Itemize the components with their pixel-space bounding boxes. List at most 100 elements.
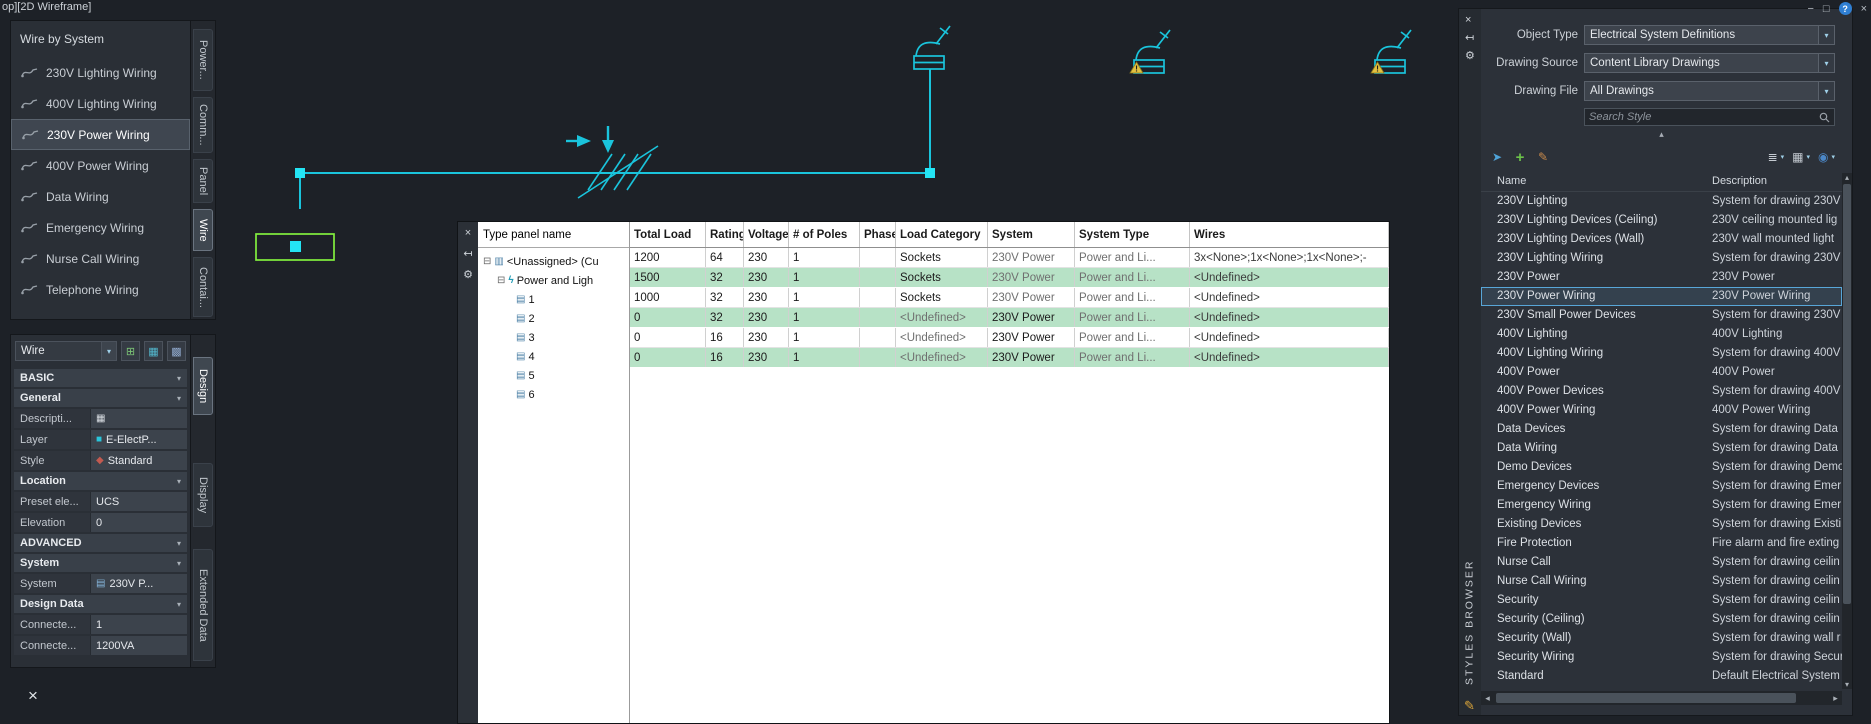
style-row[interactable]: Fire Protection Fire alarm and fire exti… bbox=[1481, 534, 1842, 553]
pencil-icon[interactable]: ✎ bbox=[1464, 698, 1475, 714]
select-objects-icon[interactable]: ▩ bbox=[167, 341, 186, 361]
palette-tab[interactable]: Contai... bbox=[193, 257, 213, 317]
property-row-connected-circuits[interactable]: Connecte... 1 bbox=[14, 615, 187, 634]
chevron-down-icon[interactable]: ▾ bbox=[1806, 153, 1810, 161]
property-row-description[interactable]: Descripti... ▦ bbox=[14, 409, 187, 428]
tool-palette-item[interactable]: Telephone Wiring bbox=[11, 274, 190, 305]
chevron-down-icon[interactable]: ▾ bbox=[1781, 153, 1785, 161]
section-advanced[interactable]: ADVANCED ▾ bbox=[14, 534, 187, 552]
style-row[interactable]: 400V Power Devices System for drawing 40… bbox=[1481, 382, 1842, 401]
circuit-row[interactable]: 1200 64 230 1 Sockets 230V Power Power a… bbox=[630, 248, 1389, 268]
tree-node-unassigned[interactable]: ⊟ ▥ <Unassigned> (Cu bbox=[478, 252, 629, 271]
palette-tab[interactable]: Power... bbox=[193, 29, 213, 91]
properties-menu-icon[interactable]: ⚙ bbox=[1465, 51, 1475, 62]
circuit-row[interactable]: 1500 32 230 1 Sockets 230V Power Power a… bbox=[630, 268, 1389, 288]
property-row-layer[interactable]: Layer ■ E-ElectP... bbox=[14, 430, 187, 449]
drawing-file-dropdown[interactable]: All Drawings ▾ bbox=[1584, 81, 1835, 101]
object-filter-select[interactable]: Wire ▾ bbox=[15, 341, 117, 361]
style-row[interactable]: Security (Wall) System for drawing wall … bbox=[1481, 629, 1842, 648]
chevron-down-icon[interactable]: ▾ bbox=[1818, 26, 1834, 44]
properties-tab[interactable]: Design bbox=[193, 357, 213, 415]
list-view-icon[interactable]: ≣ bbox=[1768, 150, 1778, 164]
style-row[interactable]: 230V Lighting Devices (Wall) 230V wall m… bbox=[1481, 230, 1842, 249]
section-general[interactable]: General ▾ bbox=[14, 389, 187, 407]
scroll-right-icon[interactable]: ▸ bbox=[1829, 693, 1842, 704]
chevron-down-icon[interactable]: ▾ bbox=[1818, 82, 1834, 100]
tool-palette-item[interactable]: 400V Lighting Wiring bbox=[11, 88, 190, 119]
close-icon[interactable]: × bbox=[1465, 15, 1471, 26]
tree-node-circuit[interactable]: ▤ 4 bbox=[478, 347, 629, 366]
properties-menu-icon[interactable]: ⚙ bbox=[463, 270, 473, 281]
drawing-source-dropdown[interactable]: Content Library Drawings ▾ bbox=[1584, 53, 1835, 73]
tool-palette-item[interactable]: 230V Lighting Wiring bbox=[11, 57, 190, 88]
style-row[interactable]: 230V Lighting Devices (Ceiling) 230V cei… bbox=[1481, 211, 1842, 230]
scroll-down-icon[interactable]: ▾ bbox=[1845, 680, 1849, 689]
palette-tab[interactable]: Panel bbox=[193, 159, 213, 203]
autohide-icon[interactable]: ↤ bbox=[463, 249, 472, 260]
style-row[interactable]: 400V Power Wiring 400V Power Wiring bbox=[1481, 401, 1842, 420]
tool-palette-item[interactable]: Nurse Call Wiring bbox=[11, 243, 190, 274]
style-row[interactable]: 400V Power 400V Power bbox=[1481, 363, 1842, 382]
autohide-icon[interactable]: ↤ bbox=[1465, 33, 1474, 44]
style-row[interactable]: Security (Ceiling) System for drawing ce… bbox=[1481, 610, 1842, 629]
column-header[interactable]: Wires bbox=[1190, 222, 1389, 247]
close-button[interactable]: × bbox=[1861, 3, 1867, 15]
style-row[interactable]: 230V Lighting Wiring System for drawing … bbox=[1481, 249, 1842, 268]
scrollbar-thumb[interactable] bbox=[1843, 184, 1851, 604]
help-button[interactable]: ? bbox=[1838, 2, 1852, 15]
tool-palette-item[interactable]: Emergency Wiring bbox=[11, 212, 190, 243]
worksheet-icon[interactable]: ▦ bbox=[96, 413, 105, 424]
style-row[interactable]: Emergency Wiring System for drawing Emer bbox=[1481, 496, 1842, 515]
selected-device[interactable] bbox=[255, 233, 335, 261]
palette-tab[interactable]: Comm... bbox=[193, 97, 213, 153]
name-column-header[interactable]: Name bbox=[1497, 175, 1526, 187]
grid-view-icon[interactable]: ▦ bbox=[1792, 150, 1803, 164]
section-design-data[interactable]: Design Data ▾ bbox=[14, 595, 187, 613]
style-row[interactable]: Security System for drawing ceilin bbox=[1481, 591, 1842, 610]
tool-palette-item[interactable]: Data Wiring bbox=[11, 181, 190, 212]
add-style-icon[interactable]: + bbox=[1512, 147, 1528, 167]
chevron-down-icon[interactable]: ▾ bbox=[1818, 54, 1834, 72]
palette-tab[interactable]: Wire bbox=[193, 209, 213, 251]
property-row-style[interactable]: Style ◆ Standard bbox=[14, 451, 187, 470]
tool-palette-item[interactable]: 230V Power Wiring bbox=[11, 119, 190, 150]
section-location[interactable]: Location ▾ bbox=[14, 472, 187, 490]
preview-sphere-icon[interactable]: ◉ bbox=[1818, 150, 1828, 164]
pickadd-toggle-icon[interactable]: ⊞ bbox=[121, 341, 140, 361]
horizontal-scrollbar[interactable]: ◂ ▸ bbox=[1481, 691, 1842, 705]
section-system[interactable]: System ▾ bbox=[14, 554, 187, 572]
chevron-down-icon[interactable]: ▾ bbox=[101, 342, 116, 360]
style-row[interactable]: Data Wiring System for drawing Data bbox=[1481, 439, 1842, 458]
tree-node-circuit[interactable]: ▤ 1 bbox=[478, 290, 629, 309]
style-row[interactable]: 230V Power Wiring 230V Power Wiring bbox=[1481, 287, 1842, 306]
description-column-header[interactable]: Description bbox=[1712, 175, 1767, 187]
apply-style-icon[interactable]: ✎ bbox=[1535, 147, 1551, 167]
tree-node-circuit[interactable]: ▤ 3 bbox=[478, 328, 629, 347]
section-basic[interactable]: BASIC ▾ bbox=[14, 369, 187, 387]
column-header[interactable]: Load Category bbox=[896, 222, 988, 247]
column-header[interactable]: # of Poles bbox=[789, 222, 860, 247]
property-row-system[interactable]: System ▤ 230V P... bbox=[14, 574, 187, 593]
style-row[interactable]: Nurse Call Wiring System for drawing cei… bbox=[1481, 572, 1842, 591]
collapse-icon[interactable]: ⊟ bbox=[483, 256, 491, 267]
style-row[interactable]: Standard Default Electrical System bbox=[1481, 667, 1842, 686]
collapse-arrow-icon[interactable]: ▴ bbox=[1481, 129, 1842, 140]
tree-node-circuit[interactable]: ▤ 5 bbox=[478, 366, 629, 385]
scrollbar-thumb[interactable] bbox=[1496, 693, 1796, 703]
style-row[interactable]: 400V Lighting 400V Lighting bbox=[1481, 325, 1842, 344]
restore-button[interactable]: □ bbox=[1823, 3, 1830, 15]
tree-node-power-and-lighting[interactable]: ⊟ ϟ Power and Ligh bbox=[478, 271, 629, 290]
style-row[interactable]: 230V Small Power Devices System for draw… bbox=[1481, 306, 1842, 325]
object-type-dropdown[interactable]: Electrical System Definitions ▾ bbox=[1584, 25, 1835, 45]
style-row[interactable]: Existing Devices System for drawing Exis… bbox=[1481, 515, 1842, 534]
scroll-up-icon[interactable]: ▴ bbox=[1845, 173, 1849, 182]
style-row[interactable]: Security Wiring System for drawing Secur bbox=[1481, 648, 1842, 667]
collapse-icon[interactable]: ⊟ bbox=[497, 275, 505, 286]
circuit-row[interactable]: 0 32 230 1 <Undefined> 230V Power Power … bbox=[630, 308, 1389, 328]
column-header[interactable]: Total Load bbox=[630, 222, 706, 247]
style-row[interactable]: Emergency Devices System for drawing Eme… bbox=[1481, 477, 1842, 496]
style-row[interactable]: Data Devices System for drawing Data bbox=[1481, 420, 1842, 439]
circuit-row[interactable]: 0 16 230 1 <Undefined> 230V Power Power … bbox=[630, 348, 1389, 368]
import-style-icon[interactable]: ➤ bbox=[1489, 147, 1505, 167]
column-header[interactable]: Rating bbox=[706, 222, 744, 247]
